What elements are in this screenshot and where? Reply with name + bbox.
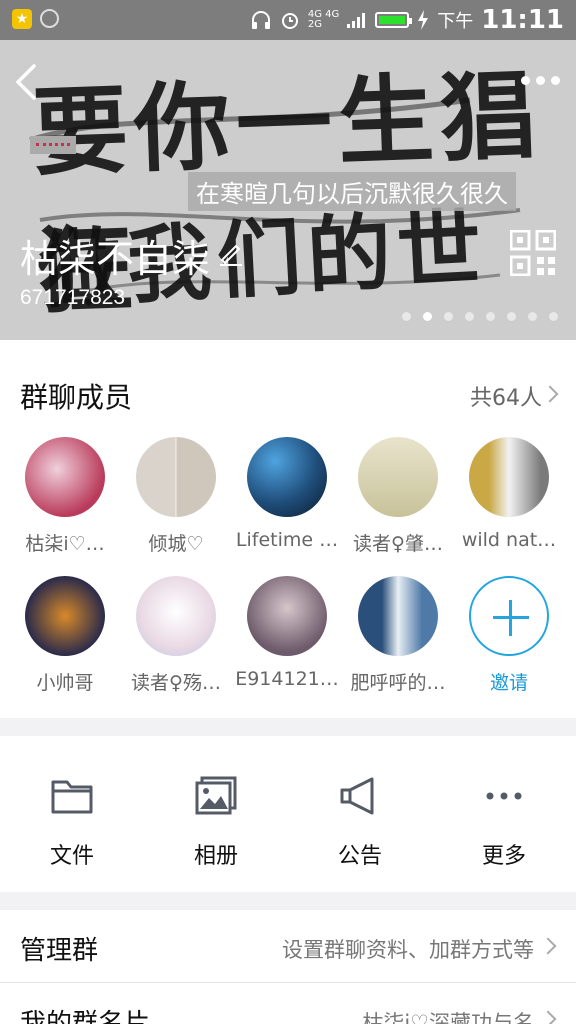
member-name: 小帅哥	[36, 672, 94, 694]
banner-tag	[30, 136, 76, 154]
folder-icon	[51, 780, 93, 814]
banner-subtitle: 在寒暄几句以后沉默很久很久	[188, 172, 516, 211]
avatar	[247, 437, 327, 517]
member-item[interactable]: 倾城♡	[123, 437, 229, 556]
member-name: E914121…	[235, 668, 339, 690]
member-item[interactable]: wild nat…	[456, 437, 562, 551]
page-dot	[549, 312, 558, 321]
headphones-icon	[251, 11, 270, 29]
tool-label: 文件	[49, 844, 94, 869]
avatar	[136, 576, 216, 656]
tool-label: 公告	[337, 844, 382, 869]
member-item[interactable]: E914121…	[234, 576, 340, 690]
group-tools-card: 文件 相册 公告 更多	[0, 736, 576, 892]
chevron-right-icon	[539, 937, 557, 955]
tool-announcement[interactable]: 公告	[288, 776, 432, 870]
avatar	[358, 576, 438, 656]
network-indicator: 4G 4G 2G	[308, 10, 339, 30]
more-menu-icon[interactable]	[521, 76, 560, 85]
member-name: 读者♀肇…	[353, 533, 443, 555]
member-name: 倾城♡	[148, 533, 204, 555]
avatar	[136, 437, 216, 517]
group-banner: 要你一生猖狂 做我们的世魔王 在寒暄几句以后沉默很久很久 枯柒不自柒 67171…	[0, 40, 576, 340]
battery-icon	[375, 12, 413, 28]
member-item[interactable]: 读者♀殇…	[123, 576, 229, 695]
member-item[interactable]: 小帅哥	[12, 576, 118, 695]
tool-more[interactable]: 更多	[432, 776, 576, 870]
member-name: 肥呼呼的…	[350, 672, 446, 694]
tool-label: 相册	[193, 844, 238, 869]
group-members-card: 群聊成员 共64人 枯柒i♡… 倾城♡ Lifetime … 读者♀肇… wil…	[0, 340, 576, 718]
group-id: 671717823	[20, 286, 126, 309]
megaphone-icon	[340, 777, 374, 815]
row-title: 我的群名片	[20, 1009, 151, 1024]
group-name: 枯柒不自柒	[20, 237, 211, 281]
tool-label: 更多	[481, 844, 526, 869]
time-prefix: 下午	[437, 11, 474, 32]
avatar	[247, 576, 327, 656]
chevron-right-icon	[539, 1010, 557, 1024]
member-item[interactable]: 肥呼呼的…	[345, 576, 451, 695]
member-name: 读者♀殇…	[131, 672, 221, 694]
member-name: wild nat…	[461, 529, 557, 551]
row-value: 枯柒i♡深藏功与名	[362, 1011, 534, 1024]
member-item[interactable]: 枯柒i♡…	[12, 437, 118, 556]
avatar	[469, 437, 549, 517]
more-icon	[486, 792, 522, 800]
charging-icon	[418, 10, 429, 30]
page-dot	[507, 312, 516, 321]
my-group-card-row[interactable]: 我的群名片 枯柒i♡深藏功与名	[0, 983, 576, 1024]
tool-album[interactable]: 相册	[144, 776, 288, 870]
clock: 11:11	[481, 5, 564, 35]
page-dot	[528, 312, 537, 321]
status-bar: ★ 4G 4G 2G 下午 11:11	[0, 0, 576, 40]
members-count-link[interactable]: 共64人	[470, 380, 542, 412]
banner-page-indicator	[402, 312, 558, 321]
app-notification-icon: ★	[12, 9, 32, 29]
avatar	[25, 437, 105, 517]
avatar	[25, 576, 105, 656]
qr-code-icon[interactable]	[510, 230, 556, 276]
add-icon	[469, 576, 549, 656]
network-bottom-label: 2G	[307, 19, 322, 30]
members-title: 群聊成员	[20, 381, 133, 414]
signal-icon	[347, 13, 366, 28]
sync-icon	[40, 9, 59, 28]
page-dot	[465, 312, 474, 321]
back-icon[interactable]	[10, 62, 44, 102]
alarm-icon	[281, 13, 298, 29]
row-value: 设置群聊资料、加群方式等	[282, 938, 534, 962]
page-dot	[402, 312, 411, 321]
invite-member-button[interactable]: 邀请	[456, 576, 562, 695]
member-item[interactable]: Lifetime …	[234, 437, 340, 551]
member-name: 枯柒i♡…	[25, 533, 105, 555]
album-icon	[195, 776, 237, 815]
page-dot	[486, 312, 495, 321]
row-title: 管理群	[20, 936, 99, 966]
member-name: Lifetime …	[235, 529, 339, 551]
page-dot-active	[423, 312, 432, 321]
member-item[interactable]: 读者♀肇…	[345, 437, 451, 556]
manage-group-row[interactable]: 管理群 设置群聊资料、加群方式等	[0, 910, 576, 982]
invite-label: 邀请	[489, 672, 528, 694]
page-dot	[444, 312, 453, 321]
avatar	[358, 437, 438, 517]
edit-pencil-icon[interactable]	[218, 240, 244, 266]
chevron-right-icon	[541, 385, 559, 403]
tool-files[interactable]: 文件	[0, 776, 144, 870]
